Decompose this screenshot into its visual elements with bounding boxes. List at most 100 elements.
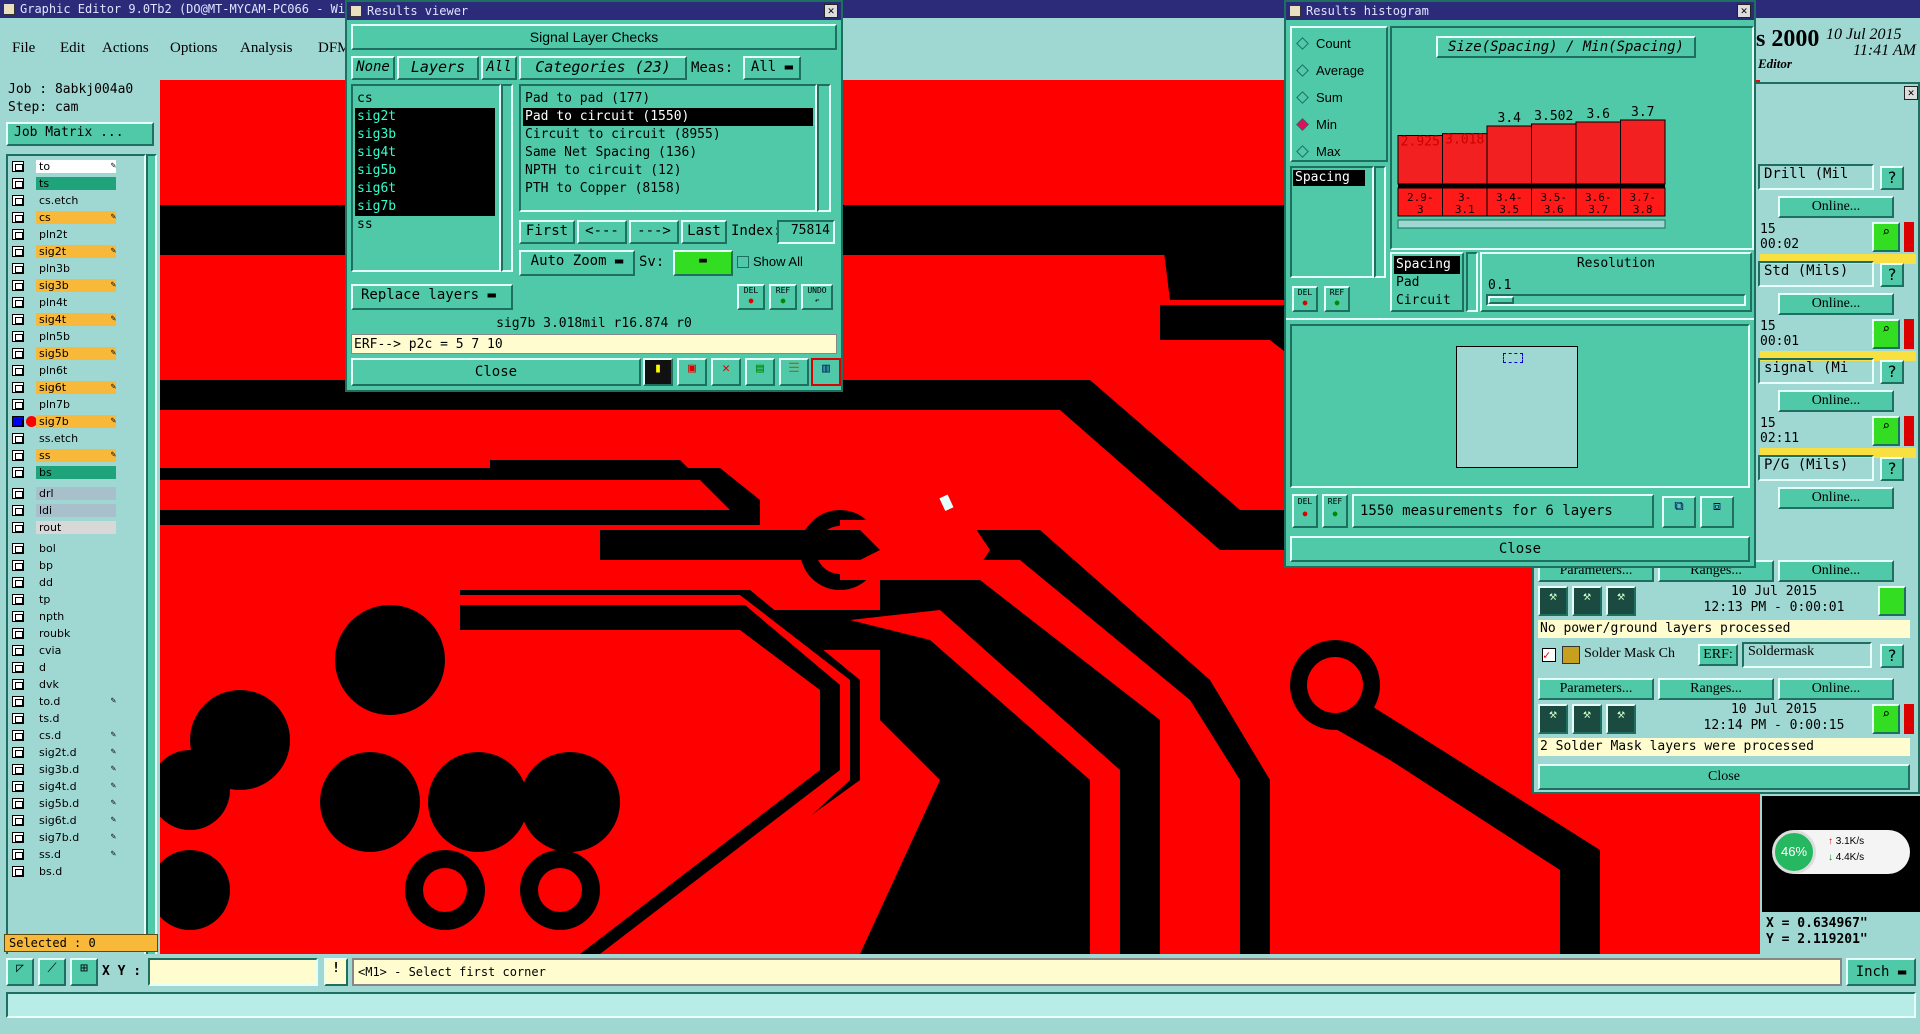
layer-row-dd[interactable]: dd bbox=[12, 576, 128, 589]
units-select[interactable]: Inch ▬ bbox=[1846, 958, 1916, 986]
hist-type-item[interactable]: Pad bbox=[1394, 274, 1460, 292]
sm-help-button[interactable]: ? bbox=[1880, 644, 1904, 668]
sm-erf-button[interactable]: ERF: bbox=[1698, 644, 1738, 666]
radio-diamond-icon[interactable] bbox=[1296, 145, 1309, 158]
prev-button[interactable]: <--- bbox=[577, 220, 627, 244]
layer-row-sig7b[interactable]: sig7b ✎ bbox=[12, 415, 128, 428]
sm-parameters-button[interactable]: Parameters... bbox=[1538, 678, 1654, 700]
radio-diamond-icon[interactable] bbox=[1296, 91, 1309, 104]
layer-checkbox[interactable] bbox=[12, 866, 24, 877]
layer-row-cs.etch[interactable]: cs.etch bbox=[12, 194, 128, 207]
layer-checkbox[interactable] bbox=[12, 450, 24, 461]
index-field[interactable]: 75814 bbox=[777, 220, 835, 244]
auto-zoom-select[interactable]: Auto Zoom ▬ bbox=[519, 250, 635, 276]
hist-ref-button[interactable]: REF ● bbox=[1324, 286, 1350, 312]
layer-checkbox[interactable] bbox=[12, 645, 24, 656]
layer-checkbox[interactable] bbox=[12, 611, 24, 622]
histogram-bar[interactable] bbox=[1575, 121, 1621, 185]
help-button[interactable]: ? bbox=[1880, 166, 1904, 190]
zoom-icon[interactable]: ⌕ bbox=[1872, 319, 1900, 349]
layer-row-bp[interactable]: bp bbox=[12, 559, 128, 572]
rv-layer-item[interactable]: sig2t bbox=[355, 108, 495, 126]
layer-checkbox[interactable] bbox=[12, 832, 24, 843]
category-item[interactable]: NPTH to circuit (12) bbox=[523, 162, 813, 180]
layer-row-cs.d[interactable]: cs.d ✎ bbox=[12, 729, 128, 742]
sm-ranges-button[interactable]: Ranges... bbox=[1658, 678, 1774, 700]
help-button[interactable]: ? bbox=[1880, 457, 1904, 481]
report-icon[interactable]: ▣ bbox=[677, 358, 707, 386]
layer-row-cvia[interactable]: cvia bbox=[12, 644, 128, 657]
radio-diamond-icon[interactable] bbox=[1296, 64, 1309, 77]
layer-checkbox[interactable] bbox=[12, 382, 24, 393]
layer-checkbox[interactable] bbox=[12, 522, 24, 533]
layer-checkbox[interactable] bbox=[12, 505, 24, 516]
layer-checkbox[interactable] bbox=[12, 543, 24, 554]
preview-ref-button[interactable]: REF ● bbox=[1322, 494, 1348, 528]
layer-checkbox[interactable] bbox=[12, 399, 24, 410]
layer-row-ldi[interactable]: ldi bbox=[12, 504, 128, 517]
layers-button[interactable]: Layers bbox=[397, 56, 479, 80]
layer-row-bol[interactable]: bol bbox=[12, 542, 128, 555]
layer-row-dvk[interactable]: dvk bbox=[12, 678, 128, 691]
help-button[interactable]: ? bbox=[1880, 360, 1904, 384]
preview-del-button[interactable]: DEL ● bbox=[1292, 494, 1318, 528]
layer-checkbox[interactable] bbox=[12, 662, 24, 673]
stat-option-sum[interactable]: Sum bbox=[1296, 88, 1384, 115]
histogram-close-button[interactable]: Close bbox=[1290, 536, 1750, 562]
run-icon[interactable]: ⚒ bbox=[1538, 704, 1568, 734]
category-item[interactable]: Same Net Spacing (136) bbox=[523, 144, 813, 162]
layer-checkbox[interactable] bbox=[12, 416, 24, 427]
radio-diamond-icon[interactable] bbox=[1296, 37, 1309, 50]
layer-checkbox[interactable] bbox=[12, 161, 24, 172]
delete-marks-icon[interactable]: ✕ bbox=[711, 358, 741, 386]
layer-row-ts[interactable]: ts bbox=[12, 177, 128, 190]
layer-checkbox[interactable] bbox=[12, 280, 24, 291]
layer-row-sig3b[interactable]: sig3b ✎ bbox=[12, 279, 128, 292]
undo-button[interactable]: UNDO ↶ bbox=[801, 284, 833, 310]
close-icon[interactable]: ✕ bbox=[1737, 4, 1751, 18]
layer-row-pln3b[interactable]: pln3b bbox=[12, 262, 128, 275]
layer-checkbox[interactable] bbox=[12, 594, 24, 605]
rv-layer-item[interactable]: sig4t bbox=[355, 144, 495, 162]
hist-type-item[interactable]: Spacing bbox=[1394, 256, 1460, 274]
layer-row-sig7b.d[interactable]: sig7b.d ✎ bbox=[12, 831, 128, 844]
categories-button[interactable]: Categories (23) bbox=[519, 56, 687, 80]
hist-list-selected[interactable]: Spacing bbox=[1293, 170, 1365, 186]
close-icon[interactable]: ✕ bbox=[824, 4, 838, 18]
layer-row-bs[interactable]: bs bbox=[12, 466, 128, 479]
meas-select[interactable]: All ▬ bbox=[743, 56, 801, 80]
layer-checkbox[interactable] bbox=[12, 488, 24, 499]
layer-row-npth[interactable]: npth bbox=[12, 610, 128, 623]
replace-layers-button[interactable]: Replace layers ▬ bbox=[351, 284, 513, 310]
layer-checkbox[interactable] bbox=[12, 747, 24, 758]
job-matrix-button[interactable]: Job Matrix ... bbox=[6, 122, 154, 146]
layer-row-pln5b[interactable]: pln5b bbox=[12, 330, 128, 343]
rv-layer-item[interactable]: ss bbox=[355, 216, 495, 234]
hist-type-item[interactable]: Circuit bbox=[1394, 292, 1460, 310]
ref-button[interactable]: REF ● bbox=[769, 284, 797, 310]
layer-checkbox[interactable] bbox=[12, 212, 24, 223]
layer-row-tp[interactable]: tp bbox=[12, 593, 128, 606]
rv-layer-item[interactable]: sig3b bbox=[355, 126, 495, 144]
layer-checkbox[interactable] bbox=[12, 433, 24, 444]
online-button[interactable]: Online... bbox=[1778, 487, 1894, 509]
layer-checkbox[interactable] bbox=[12, 246, 24, 257]
stat-option-min[interactable]: Min bbox=[1296, 115, 1384, 142]
category-item[interactable]: Pad to pad (177) bbox=[523, 90, 813, 108]
hist-list-scrollbar[interactable] bbox=[1374, 166, 1386, 278]
layer-checkbox[interactable] bbox=[12, 696, 24, 707]
hist-type-scrollbar[interactable] bbox=[1466, 252, 1478, 312]
category-item[interactable]: Circuit to circuit (8955) bbox=[523, 126, 813, 144]
layer-checkbox[interactable] bbox=[12, 229, 24, 240]
layer-checkbox[interactable] bbox=[12, 314, 24, 325]
zoom-icon[interactable]: ⌕ bbox=[1872, 704, 1900, 734]
menu-actions[interactable]: Actions bbox=[102, 40, 149, 57]
layer-row-ss.etch[interactable]: ss.etch bbox=[12, 432, 128, 445]
tool-icon-measure[interactable]: ⟋ bbox=[38, 958, 66, 986]
last-button[interactable]: Last bbox=[681, 220, 727, 244]
menu-file[interactable]: File bbox=[12, 40, 35, 57]
run-icon[interactable]: ⚒ bbox=[1606, 586, 1636, 616]
layer-checkbox[interactable] bbox=[12, 849, 24, 860]
layer-row-ts.d[interactable]: ts.d bbox=[12, 712, 128, 725]
layer-checkbox[interactable] bbox=[12, 815, 24, 826]
